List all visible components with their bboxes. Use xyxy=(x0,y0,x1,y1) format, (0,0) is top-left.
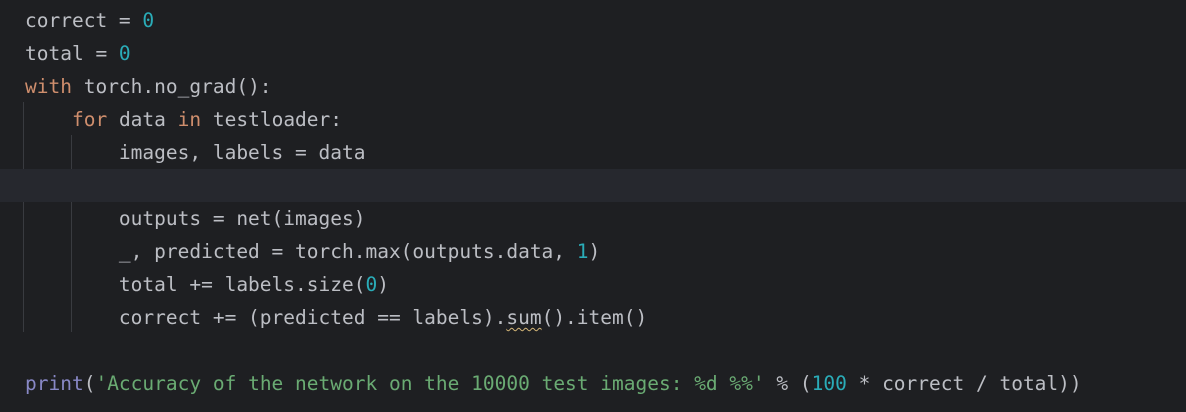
code-line[interactable]: correct += (predicted == labels).sum().i… xyxy=(0,301,1186,334)
code-token: % ( xyxy=(764,372,812,395)
code-token: ) xyxy=(377,273,389,296)
code-line[interactable]: total += labels.size(0) xyxy=(0,268,1186,301)
code-token: with xyxy=(25,75,72,98)
code-token: 1 xyxy=(576,240,589,263)
code-token: ().item() xyxy=(541,306,648,329)
code-token: in xyxy=(177,108,202,131)
code-token: ) xyxy=(588,240,601,263)
code-line[interactable]: outputs = net(images) xyxy=(0,202,1186,235)
code-token: data xyxy=(107,108,178,131)
code-token: ( xyxy=(83,372,96,395)
code-token: _, predicted = torch.max(outputs.data, xyxy=(25,240,577,263)
code-token: 'Accuracy of the network on the 10000 te… xyxy=(95,372,765,395)
code-token: total += labels.size( xyxy=(25,273,366,296)
code-line[interactable]: with torch.no_grad(): xyxy=(0,70,1186,103)
code-token: testloader: xyxy=(201,108,343,131)
code-line[interactable]: images, labels = data xyxy=(0,136,1186,169)
code-editor[interactable]: correct = 0 total = 0 with torch.no_grad()… xyxy=(0,0,1186,412)
code-token: outputs = net(images) xyxy=(25,207,366,230)
code-token: torch.no_grad(): xyxy=(71,75,272,98)
code-token: print xyxy=(25,372,84,395)
code-line[interactable] xyxy=(0,169,1186,202)
code-token: correct += (predicted == labels). xyxy=(25,306,507,329)
code-token: * correct / total)) xyxy=(846,372,1082,395)
code-line[interactable]: _, predicted = torch.max(outputs.data, 1… xyxy=(0,235,1186,268)
code-token: sum xyxy=(506,306,542,329)
code-token: images, labels = data xyxy=(25,141,366,164)
code-line[interactable]: for data in testloader: xyxy=(0,103,1186,136)
code-token: for xyxy=(71,108,108,131)
code-line[interactable]: total = 0 xyxy=(0,37,1186,70)
code-line[interactable] xyxy=(0,334,1186,367)
code-token: total = xyxy=(25,42,119,65)
code-token: 100 xyxy=(811,372,847,395)
code-token: 0 xyxy=(142,9,155,32)
code-line[interactable]: correct = 0 xyxy=(0,4,1186,37)
code-token: 0 xyxy=(365,273,378,296)
code-line[interactable]: print('Accuracy of the network on the 10… xyxy=(0,367,1186,400)
code-token: correct = xyxy=(25,9,143,32)
code-token: 0 xyxy=(118,42,131,65)
